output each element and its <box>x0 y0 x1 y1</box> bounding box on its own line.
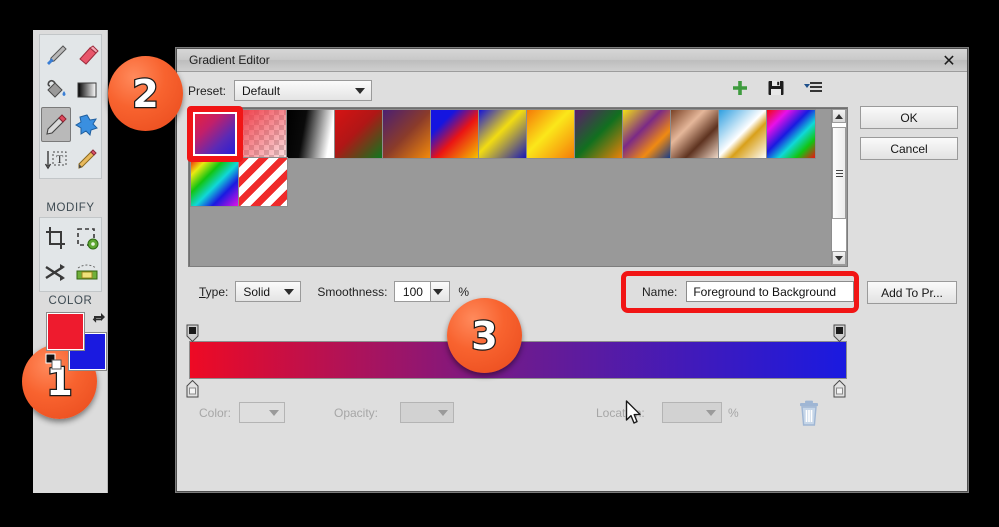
paint-bucket-tool[interactable] <box>41 72 71 107</box>
transform-tool[interactable] <box>72 220 102 255</box>
preset-swatch[interactable] <box>622 109 672 159</box>
preset-swatch[interactable] <box>670 109 720 159</box>
delete-stop-icon <box>797 400 821 428</box>
step-badge-3: 3 <box>447 298 522 373</box>
chevron-down-icon <box>269 409 279 416</box>
name-label: Name: <box>642 284 678 299</box>
scrollbar-thumb[interactable] <box>832 127 846 219</box>
opacity-stop-right[interactable] <box>833 324 846 343</box>
crop-tool[interactable] <box>41 220 71 255</box>
scroll-up-button[interactable] <box>832 109 846 123</box>
type-row: Type: Solid Smoothness: 100 % <box>199 281 469 302</box>
preset-swatch[interactable] <box>574 109 624 159</box>
preset-swatch[interactable] <box>430 109 480 159</box>
brush-tool[interactable] <box>41 37 71 72</box>
preset-swatch[interactable] <box>526 109 576 159</box>
triangle-down-icon <box>835 255 843 261</box>
perspective-tool[interactable] <box>72 255 102 290</box>
add-preset-icon[interactable] <box>731 79 749 97</box>
preset-row: Preset: Default <box>188 80 373 101</box>
preset-value: Default <box>242 83 281 98</box>
selected-swatch-highlight <box>187 106 243 162</box>
triangle-up-icon <box>835 113 843 119</box>
preset-swatch-panel <box>187 106 848 267</box>
step-badge-2: 2 <box>108 56 183 131</box>
add-to-preset-button[interactable]: Add To Pr... <box>867 281 957 304</box>
chevron-down-icon <box>284 288 295 295</box>
preset-swatch[interactable] <box>334 109 384 159</box>
preset-label: Preset: <box>188 83 227 98</box>
flip-tool[interactable] <box>41 255 71 290</box>
text-tool[interactable]: T <box>41 142 71 177</box>
color-label: Color: <box>199 406 232 420</box>
smoothness-value: 100 <box>395 282 432 301</box>
scroll-down-button[interactable] <box>832 251 846 265</box>
dialog-titlebar[interactable]: Gradient Editor ✕ <box>177 49 967 72</box>
pencil-tool[interactable] <box>72 142 102 177</box>
default-colors-icon[interactable] <box>45 353 63 371</box>
tool-panel: T MODIFY COLOR <box>33 30 108 493</box>
color-swatches <box>45 311 107 371</box>
gradient-tool[interactable] <box>72 72 102 107</box>
cancel-button[interactable]: Cancel <box>860 137 958 160</box>
stop-color-dropdown <box>239 402 285 423</box>
type-dropdown[interactable]: Solid <box>235 281 302 302</box>
opacity-label: Opacity: <box>334 406 379 420</box>
eraser-tool[interactable] <box>72 37 102 72</box>
color-stop-right[interactable] <box>833 379 846 398</box>
chevron-down-icon <box>706 409 716 416</box>
save-preset-icon[interactable] <box>767 79 785 97</box>
preset-swatch[interactable] <box>382 109 432 159</box>
foreground-color-swatch[interactable] <box>46 312 85 351</box>
preset-menu-icon[interactable] <box>803 79 822 97</box>
dialog-title: Gradient Editor <box>189 53 270 67</box>
chevron-down-icon <box>433 288 444 295</box>
stop-location-input <box>662 402 722 423</box>
type-value: Solid <box>243 284 271 299</box>
preset-swatch[interactable] <box>187 106 243 162</box>
screen-root: T MODIFY COLOR Gradient Editor ✕ Preset:… <box>0 0 999 527</box>
preset-swatch[interactable] <box>190 157 240 207</box>
stop-properties-row: Color: Opacity: Location: % <box>199 400 959 432</box>
ok-button[interactable]: OK <box>860 106 958 129</box>
chevron-down-icon <box>438 409 448 416</box>
swatch-scrollbar[interactable] <box>831 109 846 265</box>
smoothness-label: Smoothness: <box>317 284 388 299</box>
percent-label: % <box>458 284 470 299</box>
smoothness-dropdown[interactable]: 100 <box>394 281 451 302</box>
swap-colors-icon[interactable] <box>91 311 107 327</box>
preset-swatch-grid <box>187 106 831 207</box>
opacity-stop-left[interactable] <box>186 324 199 343</box>
draw-tool-group: T <box>39 34 102 179</box>
preset-swatch[interactable] <box>238 157 288 207</box>
type-label: Type: <box>199 284 229 299</box>
modify-tool-group <box>39 217 102 292</box>
preset-swatch[interactable] <box>286 109 336 159</box>
preset-swatch[interactable] <box>766 109 816 159</box>
name-row: Name: Foreground to Background <box>642 281 855 302</box>
mouse-cursor <box>625 400 643 426</box>
preset-dropdown[interactable]: Default <box>234 80 373 101</box>
type-label-rest: ype: <box>205 284 229 299</box>
preset-swatch[interactable] <box>238 109 288 159</box>
gradient-name-input[interactable]: Foreground to Background <box>686 281 855 302</box>
location-percent-label: % <box>728 406 739 420</box>
stop-opacity-input <box>400 402 454 423</box>
svg-text:T: T <box>56 152 64 166</box>
blob-tool[interactable] <box>72 107 102 142</box>
gradient-editor-dialog: Gradient Editor ✕ Preset: Default OK Can… <box>176 48 968 492</box>
modify-section-label: MODIFY <box>46 202 95 214</box>
scrollbar-track[interactable] <box>832 123 846 251</box>
eyedropper-tool[interactable] <box>41 107 71 142</box>
color-section-label: COLOR <box>48 295 93 307</box>
chevron-down-icon <box>355 87 366 94</box>
preset-toolbar <box>731 79 822 97</box>
preset-swatch[interactable] <box>478 109 528 159</box>
color-stop-left[interactable] <box>186 379 199 398</box>
preset-swatch[interactable] <box>718 109 768 159</box>
grip-icon <box>835 169 843 177</box>
close-icon[interactable]: ✕ <box>937 50 961 71</box>
